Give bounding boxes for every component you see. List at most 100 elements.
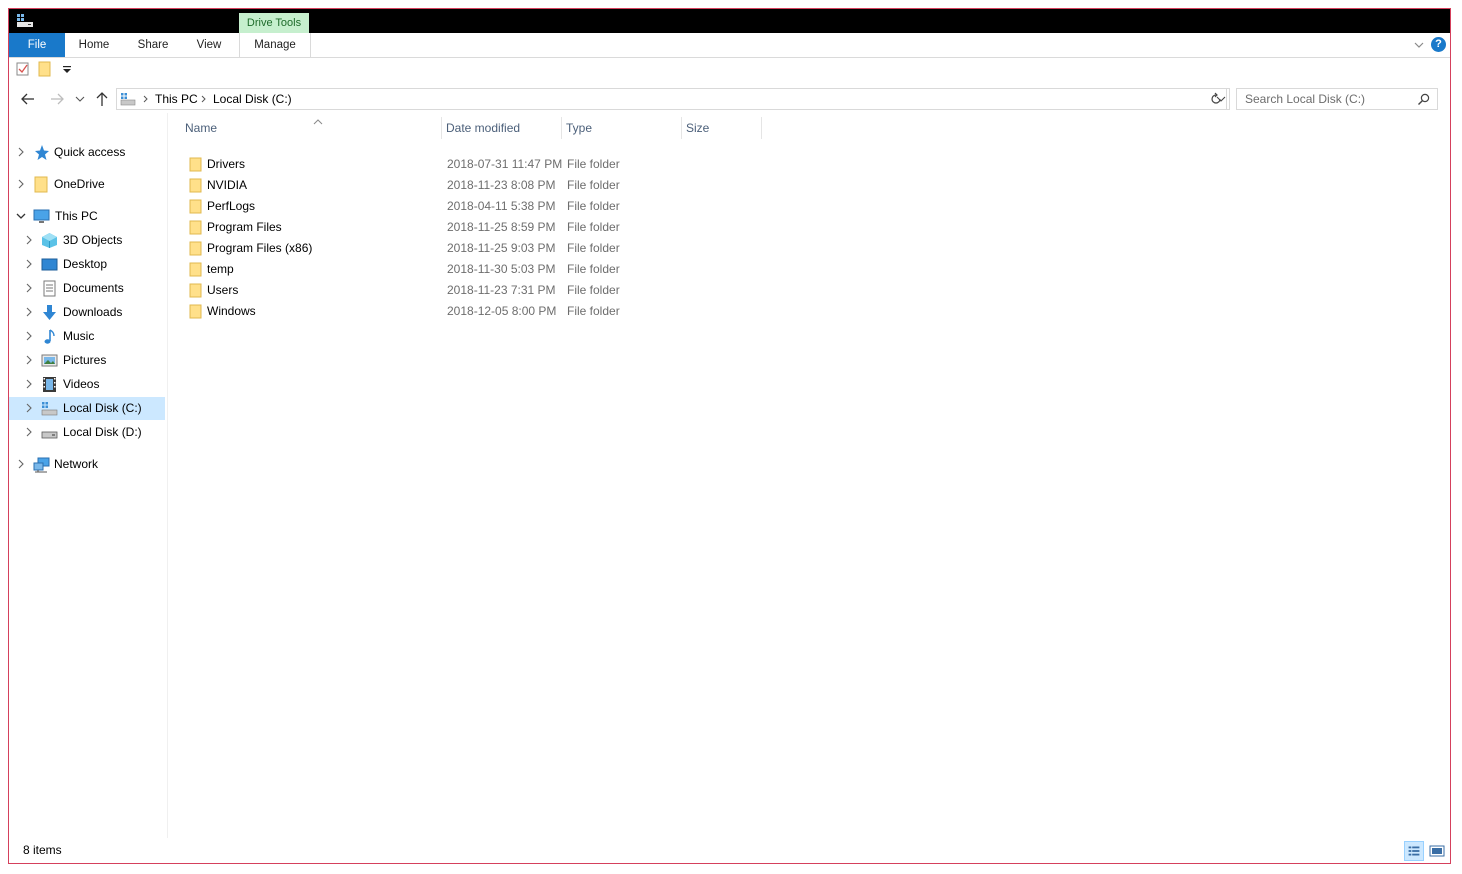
folder-icon — [189, 220, 202, 235]
chevron-right-icon[interactable] — [23, 378, 35, 390]
nav-item-label: Downloads — [63, 305, 123, 319]
tab-home[interactable]: Home — [73, 33, 115, 57]
help-icon[interactable]: ? — [1431, 37, 1446, 52]
folder-icon — [189, 178, 202, 193]
new-folder-icon[interactable] — [37, 61, 53, 77]
column-header-name[interactable]: Name — [185, 117, 440, 139]
search-box[interactable]: Search Local Disk (C:) — [1236, 88, 1438, 110]
folder-icon — [34, 176, 48, 193]
column-divider[interactable] — [761, 117, 762, 139]
navigation-bar: This PC Local Disk (C:) Search Local Dis… — [9, 85, 1450, 113]
search-input[interactable]: Search Local Disk (C:) — [1245, 89, 1365, 109]
quick-access-toolbar — [9, 57, 1450, 81]
nav-item-pictures[interactable]: Pictures — [9, 349, 165, 372]
download-arrow-icon — [43, 305, 56, 320]
nav-item-label: Music — [63, 329, 95, 343]
file-row[interactable]: NVIDIA 2018-11-23 8:08 PM File folder — [183, 175, 773, 196]
file-row[interactable]: Program Files 2018-11-25 8:59 PM File fo… — [183, 217, 773, 238]
file-explorer-window: Drive Tools File Home Share View Manage … — [8, 8, 1451, 864]
column-divider[interactable] — [561, 117, 562, 139]
file-row[interactable]: Drivers 2018-07-31 11:47 PM File folder — [183, 154, 773, 175]
nav-item-this-pc[interactable]: This PC — [9, 205, 165, 228]
chevron-down-icon[interactable] — [1412, 38, 1426, 52]
forward-arrow-icon[interactable] — [49, 91, 65, 107]
nav-item-downloads[interactable]: Downloads — [9, 301, 165, 324]
title-bar: Drive Tools — [9, 9, 1450, 33]
recent-locations-icon[interactable] — [74, 91, 86, 107]
ribbon-tabs: File Home Share View Manage ? — [9, 33, 1450, 58]
nav-item-local-disk-d[interactable]: Local Disk (D:) — [9, 421, 165, 444]
refresh-icon[interactable] — [1206, 88, 1227, 110]
column-divider[interactable] — [441, 117, 442, 139]
details-view-icon[interactable] — [1404, 841, 1424, 861]
file-type: File folder — [567, 220, 620, 234]
chevron-right-icon[interactable] — [23, 426, 35, 438]
desktop-icon — [41, 258, 58, 271]
address-bar[interactable]: This PC Local Disk (C:) — [116, 88, 1230, 110]
customize-toolbar-icon[interactable] — [59, 61, 75, 77]
nav-item-videos[interactable]: Videos — [9, 373, 165, 396]
music-note-icon — [44, 329, 55, 344]
chevron-right-icon[interactable] — [23, 234, 35, 246]
file-row[interactable]: PerfLogs 2018-04-11 5:38 PM File folder — [183, 196, 773, 217]
file-date: 2018-11-23 8:08 PM — [447, 178, 556, 192]
drive-windows-icon[interactable] — [16, 14, 34, 28]
nav-item-label: 3D Objects — [63, 233, 123, 247]
breadcrumb-this-pc[interactable]: This PC — [155, 89, 198, 109]
file-name: Windows — [207, 304, 256, 318]
film-icon — [43, 377, 56, 392]
breadcrumb-local-disk-c[interactable]: Local Disk (C:) — [213, 89, 292, 109]
nav-item-onedrive[interactable]: OneDrive — [9, 173, 165, 196]
nav-item-quick-access[interactable]: Quick access — [9, 141, 165, 164]
tab-manage[interactable]: Manage — [239, 33, 311, 57]
navigation-pane: Quick access OneDrive This PC 3D Objects… — [9, 113, 168, 838]
back-arrow-icon[interactable] — [20, 91, 36, 107]
file-name: Drivers — [207, 157, 245, 171]
column-divider[interactable] — [681, 117, 682, 139]
file-row[interactable]: Users 2018-11-23 7:31 PM File folder — [183, 280, 773, 301]
chevron-right-icon[interactable] — [15, 178, 27, 190]
file-date: 2018-11-23 7:31 PM — [447, 283, 556, 297]
file-row[interactable]: temp 2018-11-30 5:03 PM File folder — [183, 259, 773, 280]
file-list: Name Date modified Type Size Drivers 201… — [175, 113, 1450, 838]
file-name: Program Files (x86) — [207, 241, 313, 255]
nav-item-local-disk-c[interactable]: Local Disk (C:) — [9, 397, 165, 420]
nav-item-network[interactable]: Network — [9, 453, 165, 476]
file-name: temp — [207, 262, 234, 276]
chevron-down-icon[interactable] — [15, 210, 27, 222]
nav-item-documents[interactable]: Documents — [9, 277, 165, 300]
up-arrow-icon[interactable] — [94, 91, 110, 107]
tab-view[interactable]: View — [189, 33, 229, 57]
chevron-right-icon[interactable] — [23, 402, 35, 414]
nav-item-label: Videos — [63, 377, 100, 391]
properties-icon[interactable] — [15, 61, 31, 77]
tab-file[interactable]: File — [9, 33, 65, 57]
chevron-right-icon[interactable] — [15, 146, 27, 158]
folder-icon — [189, 157, 202, 172]
file-row[interactable]: Windows 2018-12-05 8:00 PM File folder — [183, 301, 773, 322]
column-header-date-modified[interactable]: Date modified — [446, 117, 560, 139]
chevron-right-icon[interactable] — [23, 306, 35, 318]
tab-share[interactable]: Share — [131, 33, 175, 57]
column-header-size[interactable]: Size — [686, 117, 760, 139]
file-row[interactable]: Program Files (x86) 2018-11-25 9:03 PM F… — [183, 238, 773, 259]
chevron-right-icon[interactable] — [23, 330, 35, 342]
chevron-right-icon[interactable] — [199, 91, 209, 107]
chevron-right-icon[interactable] — [23, 354, 35, 366]
nav-item-music[interactable]: Music — [9, 325, 165, 348]
file-type: File folder — [567, 241, 620, 255]
chevron-right-icon[interactable] — [15, 458, 27, 470]
chevron-right-icon[interactable] — [23, 282, 35, 294]
picture-icon — [41, 354, 58, 367]
folder-icon — [189, 241, 202, 256]
large-icons-view-icon[interactable] — [1427, 841, 1447, 861]
chevron-right-icon[interactable] — [141, 91, 151, 107]
column-header-type[interactable]: Type — [566, 117, 680, 139]
drive-windows-icon — [41, 402, 58, 416]
nav-item-desktop[interactable]: Desktop — [9, 253, 165, 276]
search-icon[interactable] — [1417, 92, 1431, 106]
chevron-right-icon[interactable] — [23, 258, 35, 270]
nav-item-label: Network — [54, 457, 99, 471]
file-date: 2018-11-30 5:03 PM — [447, 262, 556, 276]
nav-item-3d-objects[interactable]: 3D Objects — [9, 229, 165, 252]
